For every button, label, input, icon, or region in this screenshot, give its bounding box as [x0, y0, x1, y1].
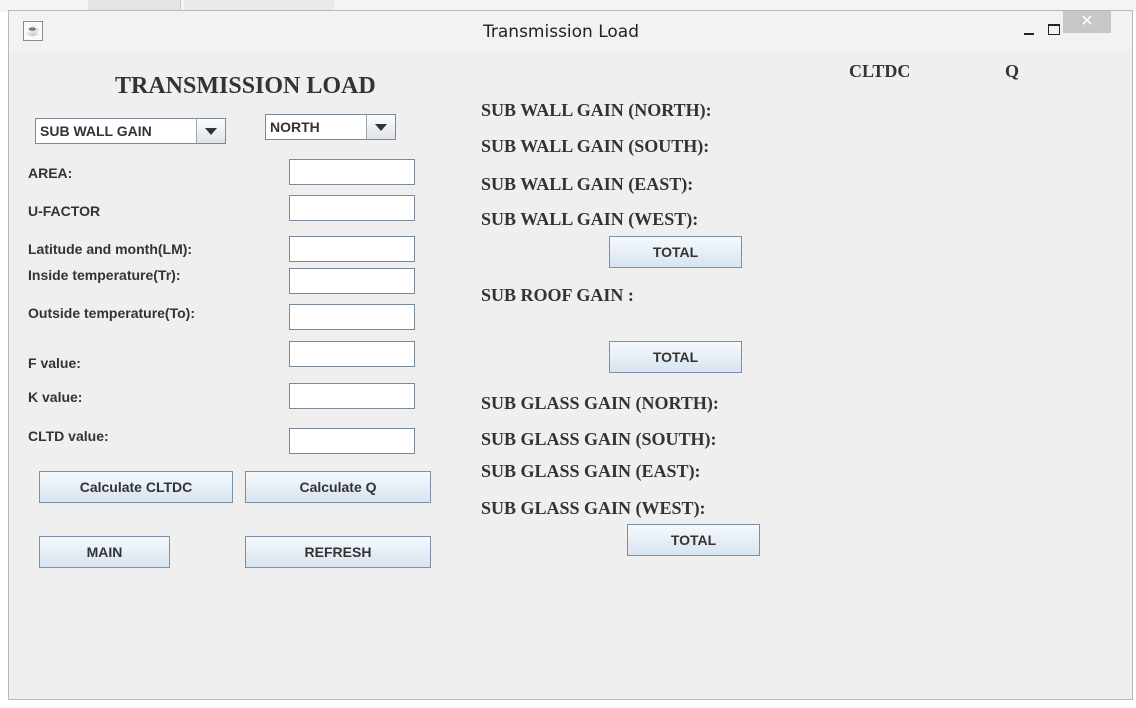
latitude-month-label: Latitude and month(LM):	[28, 241, 193, 257]
direction-select[interactable]: NORTH	[265, 114, 396, 140]
k-value-field[interactable]	[289, 383, 415, 409]
outside-temp-label: Outside temperature(To):	[28, 305, 195, 321]
chevron-down-icon	[196, 119, 225, 143]
main-button[interactable]: MAIN	[39, 536, 170, 568]
glass-gain-south-label: SUB GLASS GAIN (SOUTH):	[481, 429, 717, 449]
wall-gain-south-label: SUB WALL GAIN (SOUTH):	[481, 136, 710, 156]
chevron-down-icon	[366, 115, 395, 139]
direction-value: NORTH	[270, 119, 320, 135]
glass-gain-east-label: SUB GLASS GAIN (EAST):	[481, 461, 701, 481]
outside-temp-field[interactable]	[289, 304, 415, 330]
background-tab	[184, 0, 334, 10]
glass-total-button[interactable]: TOTAL	[627, 524, 760, 556]
wall-total-button[interactable]: TOTAL	[609, 236, 742, 268]
inside-temp-label: Inside temperature(Tr):	[28, 267, 181, 283]
gain-type-select[interactable]: SUB WALL GAIN	[35, 118, 226, 144]
java-app-icon: ☕	[23, 21, 43, 41]
cltd-value-field[interactable]	[289, 428, 415, 454]
wall-gain-north-label: SUB WALL GAIN (NORTH):	[481, 100, 712, 120]
inside-temp-field[interactable]	[289, 268, 415, 294]
f-value-field[interactable]	[289, 341, 415, 367]
wall-gain-east-label: SUB WALL GAIN (EAST):	[481, 174, 694, 194]
cltd-value-label: CLTD value:	[28, 428, 109, 444]
roof-gain-label: SUB ROOF GAIN :	[481, 285, 634, 305]
close-icon[interactable]: ✕	[1063, 11, 1111, 33]
title-bar: ☕ Transmission Load ✕	[9, 11, 1132, 51]
roof-total-button[interactable]: TOTAL	[609, 341, 742, 373]
app-window: ☕ Transmission Load ✕ TRANSMISSION LOAD …	[8, 10, 1133, 700]
background-tab	[88, 0, 181, 10]
glass-gain-west-label: SUB GLASS GAIN (WEST):	[481, 498, 706, 518]
f-value-label: F value:	[28, 355, 81, 371]
calculate-cltdc-button[interactable]: Calculate CLTDC	[39, 471, 233, 503]
gain-type-value: SUB WALL GAIN	[40, 123, 152, 139]
calculate-q-button[interactable]: Calculate Q	[245, 471, 431, 503]
u-factor-label: U-FACTOR	[28, 203, 101, 219]
u-factor-field[interactable]	[289, 195, 415, 221]
q-column-header: Q	[1005, 61, 1020, 81]
refresh-button[interactable]: REFRESH	[245, 536, 431, 568]
latitude-month-field[interactable]	[289, 236, 415, 262]
k-value-label: K value:	[28, 389, 83, 405]
area-label: AREA:	[28, 165, 73, 181]
window-title: Transmission Load	[483, 22, 640, 42]
page-heading: TRANSMISSION LOAD	[115, 73, 376, 99]
wall-gain-west-label: SUB WALL GAIN (WEST):	[481, 209, 699, 229]
area-field[interactable]	[289, 159, 415, 185]
cltdc-column-header: CLTDC	[849, 61, 911, 81]
glass-gain-north-label: SUB GLASS GAIN (NORTH):	[481, 393, 719, 413]
